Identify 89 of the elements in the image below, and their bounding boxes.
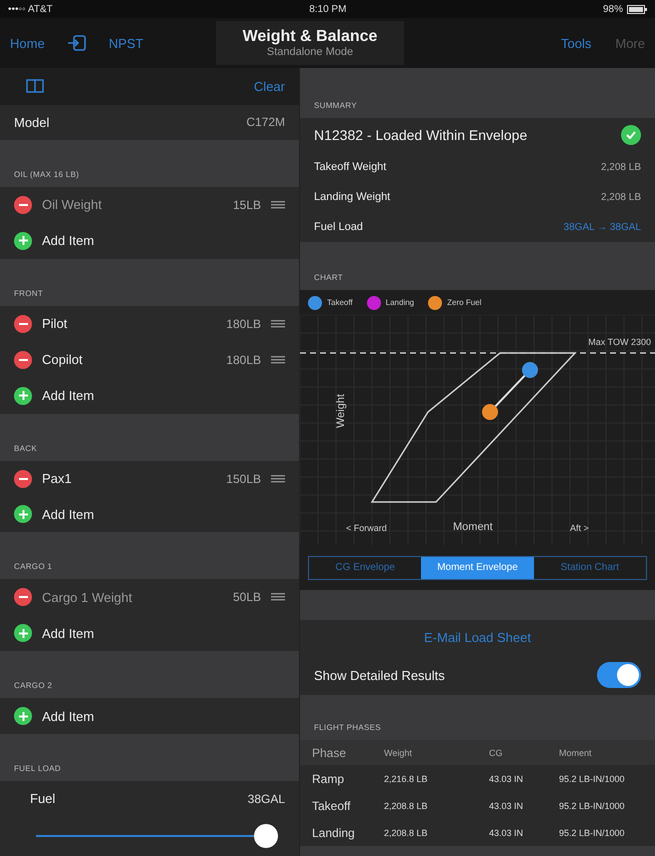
clock: 8:10 PM xyxy=(309,4,346,14)
remove-icon[interactable] xyxy=(14,470,32,488)
table-cell-text: 95.2 LB-IN/1000 xyxy=(558,826,626,840)
remove-icon[interactable] xyxy=(14,588,32,606)
summary-value: 2,208 LB xyxy=(600,192,641,202)
item-weight: 180LB xyxy=(226,316,261,331)
book-icon[interactable] xyxy=(26,79,44,94)
fuel-load-link[interactable]: 38GAL → 38GAL xyxy=(564,222,641,232)
drag-handle-icon[interactable] xyxy=(271,356,285,364)
model-label: Model xyxy=(14,114,50,130)
chart-tab[interactable]: Moment Envelope xyxy=(421,556,534,578)
column-header: CG xyxy=(485,740,555,765)
forward-label: < Forward xyxy=(346,523,387,533)
summary-value: 2,208 LB xyxy=(600,162,641,172)
nav-link[interactable]: NPST xyxy=(108,36,144,50)
column-header: Moment xyxy=(555,740,655,765)
legend-label: Landing xyxy=(386,298,414,307)
item-name: Pax1 xyxy=(42,471,73,486)
table-cell-text: 95.2 LB-IN/1000 xyxy=(558,800,626,812)
table-cell-text: Landing xyxy=(311,824,356,842)
remove-icon[interactable] xyxy=(14,196,32,214)
chart-tab[interactable]: Station Chart xyxy=(534,556,646,578)
table-cell-text: 2,208.8 LB xyxy=(383,800,429,812)
item-name: Pilot xyxy=(42,316,68,332)
y-axis-label: Weight xyxy=(335,394,348,428)
legend-label: Takeoff xyxy=(327,298,353,307)
add-icon[interactable] xyxy=(14,386,32,405)
table-cell-text: 2,216.8 LB xyxy=(383,772,429,786)
table-cell-text: 43.03 IN xyxy=(488,826,524,840)
summary-label: Landing Weight xyxy=(314,191,392,203)
item-name: Oil Weight xyxy=(42,197,103,212)
legend-label: Zero Fuel xyxy=(447,298,482,307)
table-cell-text: 95.2 LB-IN/1000 xyxy=(558,772,626,786)
fuel-label: Fuel xyxy=(30,791,56,806)
section-header: SUMMARY xyxy=(314,101,357,110)
table-cell-text: Takeoff xyxy=(311,798,352,814)
summary-headline: N12382 - Loaded Within Envelope xyxy=(314,127,528,143)
table-cell-text: 2,208.8 LB xyxy=(383,826,429,840)
item-weight: 50LB xyxy=(232,590,261,604)
add-icon[interactable] xyxy=(14,624,32,642)
summary-label: Takeoff Weight xyxy=(314,161,388,173)
remove-icon[interactable] xyxy=(14,350,32,369)
item-name: Cargo 1 Weight xyxy=(42,590,134,605)
nav-link[interactable]: Home xyxy=(10,36,45,50)
section-header: CARGO 2 xyxy=(14,681,52,690)
section-header: FUEL LOAD xyxy=(14,764,61,774)
battery-percent: 98% xyxy=(602,4,623,14)
slider-thumb[interactable] xyxy=(254,824,278,848)
section-header: BACK xyxy=(14,444,37,453)
section-header: CHART xyxy=(314,273,343,282)
remove-icon[interactable] xyxy=(14,314,32,333)
item-weight: 150LB xyxy=(226,472,261,486)
add-icon[interactable] xyxy=(14,505,32,524)
item-name: Copilot xyxy=(42,352,84,368)
load-path-drawing xyxy=(482,362,538,420)
chart-tab[interactable]: CG Envelope xyxy=(309,556,422,578)
table-cell-text: Ramp xyxy=(311,770,346,788)
drag-handle-icon[interactable] xyxy=(271,474,285,482)
section-header: FRONT xyxy=(14,288,44,298)
fuel-value: 38GAL xyxy=(248,792,285,806)
add-icon[interactable] xyxy=(14,232,32,250)
window-subtitle: Standalone Mode xyxy=(266,46,354,58)
section-header: FLIGHT PHASES xyxy=(314,723,381,732)
detailed-results-switch[interactable] xyxy=(597,662,641,688)
model-value: C172M xyxy=(246,115,285,130)
aft-label: Aft > xyxy=(570,523,589,533)
item-weight: 15LB xyxy=(232,198,261,212)
nav-link[interactable]: Tools xyxy=(561,36,592,50)
column-header: Weight xyxy=(380,740,485,765)
battery-icon xyxy=(627,4,647,14)
drag-handle-icon[interactable] xyxy=(271,593,285,602)
email-link[interactable]: E-Mail Load Sheet xyxy=(424,630,531,645)
max-weight-label: Max TOW 2300 xyxy=(588,337,651,347)
drag-handle-icon[interactable] xyxy=(271,200,285,209)
add-icon[interactable] xyxy=(14,707,32,726)
item-weight: 180LB xyxy=(226,352,261,367)
carrier-label: •••◦◦ AT&T xyxy=(8,4,53,14)
drag-handle-icon[interactable] xyxy=(271,320,285,328)
section-header: CARGO 1 xyxy=(14,562,52,572)
table-cell-text: 43.03 IN xyxy=(488,800,524,812)
sign-in-icon[interactable] xyxy=(66,35,87,51)
x-axis-label: Moment xyxy=(453,521,493,533)
table-cell-text: 43.03 IN xyxy=(488,772,524,786)
detailed-results-label: Show Detailed Results xyxy=(314,668,446,682)
column-header: Phase xyxy=(300,740,380,765)
summary-label: Fuel Load xyxy=(314,221,364,233)
window-title: Weight & Balance xyxy=(242,28,378,46)
clear-button[interactable]: Clear xyxy=(254,78,285,94)
section-header: OIL (MAX 16 LB) xyxy=(14,170,80,179)
